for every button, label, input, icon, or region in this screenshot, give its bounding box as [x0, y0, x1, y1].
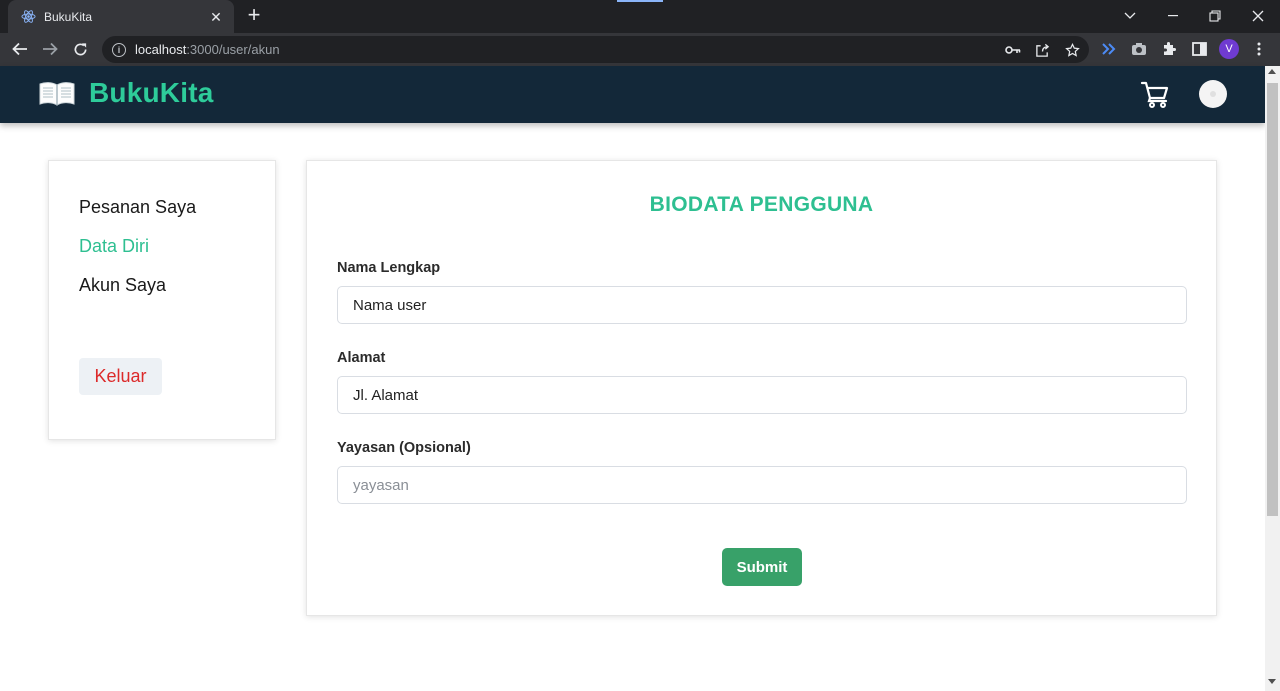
brand-name[interactable]: BukuKita: [89, 77, 214, 109]
close-icon[interactable]: ✕: [208, 9, 224, 25]
account-sidebar: Pesanan Saya Data Diri Akun Saya Keluar: [48, 160, 276, 440]
kebab-menu-icon[interactable]: [1249, 39, 1269, 59]
browser-tab-bar: BukuKita ✕ +: [0, 0, 1280, 33]
sidebar-item-akun-saya[interactable]: Akun Saya: [79, 275, 166, 296]
share-icon[interactable]: [1033, 41, 1051, 59]
close-window-icon[interactable]: [1248, 6, 1268, 26]
browser-toolbar: i localhost:3000/user/akun V: [0, 33, 1280, 66]
reload-icon[interactable]: [70, 39, 90, 59]
puzzle-icon[interactable]: [1159, 39, 1179, 59]
key-icon[interactable]: [1004, 41, 1022, 59]
info-icon[interactable]: i: [112, 42, 126, 57]
site-header: BukuKita: [0, 66, 1265, 123]
scroll-up-arrow-icon[interactable]: [1268, 69, 1276, 74]
avatar-dot: [1210, 91, 1216, 97]
chevron-down-icon[interactable]: [1120, 6, 1140, 26]
sidebar-item-data-diri[interactable]: Data Diri: [79, 236, 149, 257]
url-host: localhost: [135, 42, 187, 57]
side-panel-icon[interactable]: [1189, 39, 1209, 59]
devtools-extension-icon[interactable]: [1099, 39, 1119, 59]
full-name-input[interactable]: [337, 286, 1187, 324]
star-icon[interactable]: [1063, 41, 1081, 59]
logout-button[interactable]: Keluar: [79, 358, 162, 395]
tab-marker: [617, 0, 663, 2]
address-label: Alamat: [337, 350, 386, 366]
scroll-thumb[interactable]: [1267, 83, 1278, 516]
minimize-icon[interactable]: [1163, 6, 1183, 26]
browser-tab[interactable]: BukuKita ✕: [8, 0, 234, 33]
url-text: localhost:3000/user/akun: [135, 42, 280, 57]
address-input[interactable]: [337, 376, 1187, 414]
cart-icon[interactable]: [1140, 79, 1170, 109]
book-icon: [39, 82, 75, 106]
submit-button[interactable]: Submit: [722, 548, 802, 586]
tab-title: BukuKita: [44, 9, 93, 24]
form-title: BIODATA PENGGUNA: [649, 193, 874, 216]
forward-arrow-icon[interactable]: [40, 39, 60, 59]
biodata-form-card: BIODATA PENGGUNA Nama Lengkap Alamat Yay…: [306, 160, 1217, 616]
full-name-label: Nama Lengkap: [337, 260, 441, 276]
plus-icon[interactable]: +: [244, 4, 264, 26]
camera-icon[interactable]: [1129, 39, 1149, 59]
page-scrollbar[interactable]: [1265, 66, 1280, 691]
foundation-label: Yayasan (Opsional): [337, 440, 471, 456]
react-favicon-icon: [20, 9, 36, 25]
address-bar[interactable]: i localhost:3000/user/akun: [102, 36, 1089, 63]
avatar[interactable]: [1199, 80, 1227, 108]
foundation-input[interactable]: [337, 466, 1187, 504]
restore-icon[interactable]: [1205, 6, 1225, 26]
back-arrow-icon[interactable]: [10, 39, 30, 59]
scroll-down-arrow-icon[interactable]: [1268, 679, 1276, 684]
url-path: :3000/user/akun: [186, 42, 280, 57]
profile-avatar[interactable]: V: [1219, 39, 1239, 59]
sidebar-item-pesanan-saya[interactable]: Pesanan Saya: [79, 197, 196, 218]
